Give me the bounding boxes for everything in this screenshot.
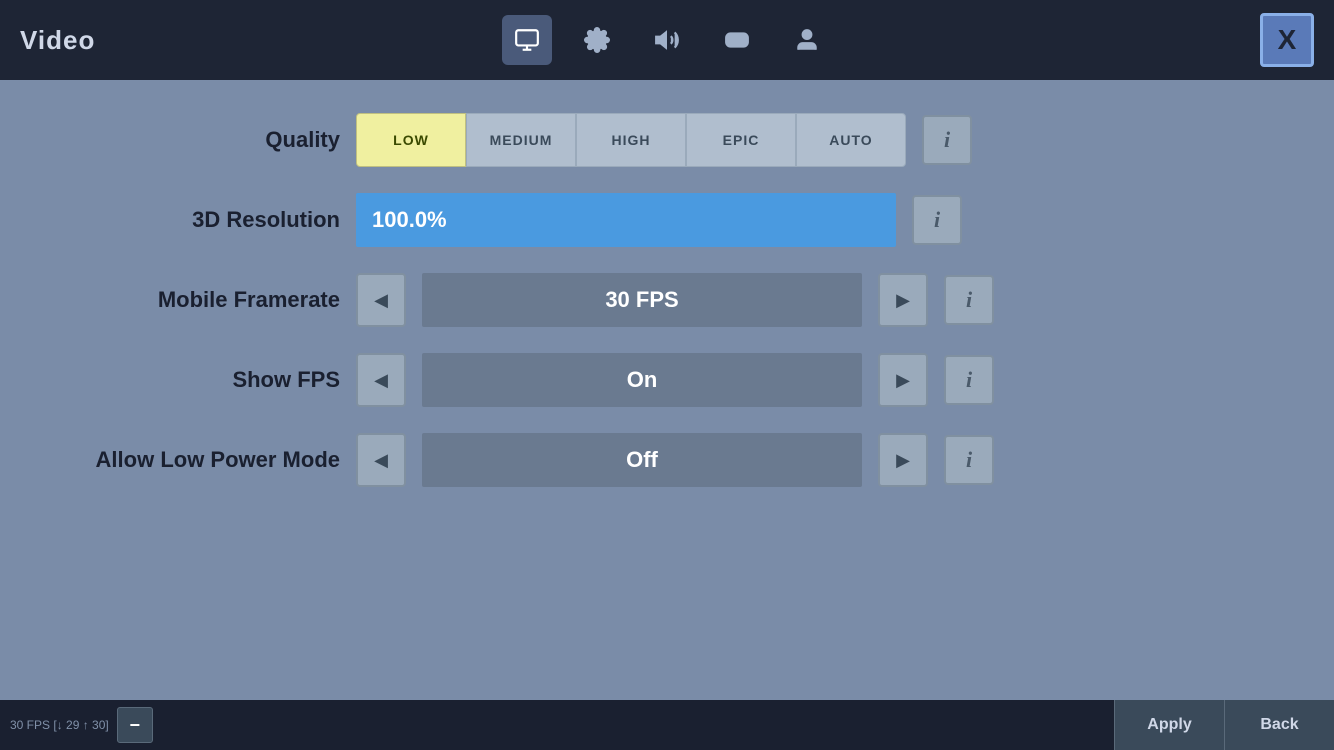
- show-fps-setting-row: Show FPS ◀ On ▶ i: [60, 350, 1274, 410]
- low-power-label: Allow Low Power Mode: [60, 447, 340, 473]
- low-power-left-button[interactable]: ◀: [356, 433, 406, 487]
- low-power-right-button[interactable]: ▶: [878, 433, 928, 487]
- footer: 30 FPS [↓ 29 ↑ 30] − Apply Back: [0, 700, 1334, 750]
- header: Video: [0, 0, 1334, 80]
- quality-setting-row: Quality LOW MEDIUM HIGH EPIC AUTO i: [60, 110, 1274, 170]
- resolution-info-button[interactable]: i: [912, 195, 962, 245]
- nav-user-icon[interactable]: [782, 15, 832, 65]
- low-power-setting-row: Allow Low Power Mode ◀ Off ▶ i: [60, 430, 1274, 490]
- quality-btn-medium[interactable]: MEDIUM: [466, 113, 576, 167]
- low-power-info-button[interactable]: i: [944, 435, 994, 485]
- minimize-button[interactable]: −: [117, 707, 153, 743]
- nav-audio-icon[interactable]: [642, 15, 692, 65]
- show-fps-right-button[interactable]: ▶: [878, 353, 928, 407]
- nav-settings-icon[interactable]: [572, 15, 622, 65]
- resolution-setting-row: 3D Resolution 100.0% i: [60, 190, 1274, 250]
- show-fps-label: Show FPS: [60, 367, 340, 393]
- quality-btn-high[interactable]: HIGH: [576, 113, 686, 167]
- resolution-value: 100.0%: [372, 207, 447, 233]
- show-fps-value: On: [422, 353, 862, 407]
- quality-label: Quality: [60, 127, 340, 153]
- show-fps-info-button[interactable]: i: [944, 355, 994, 405]
- quality-options: LOW MEDIUM HIGH EPIC AUTO: [356, 113, 906, 167]
- quality-btn-auto[interactable]: AUTO: [796, 113, 906, 167]
- quality-info-button[interactable]: i: [922, 115, 972, 165]
- footer-buttons: Apply Back: [1114, 700, 1334, 750]
- quality-btn-low[interactable]: LOW: [356, 113, 466, 167]
- resolution-label: 3D Resolution: [60, 207, 340, 233]
- fps-indicator: 30 FPS [↓ 29 ↑ 30]: [10, 718, 109, 732]
- resolution-slider[interactable]: 100.0%: [356, 193, 896, 247]
- show-fps-left-button[interactable]: ◀: [356, 353, 406, 407]
- framerate-label: Mobile Framerate: [60, 287, 340, 313]
- quality-btn-epic[interactable]: EPIC: [686, 113, 796, 167]
- framerate-right-button[interactable]: ▶: [878, 273, 928, 327]
- framerate-setting-row: Mobile Framerate ◀ 30 FPS ▶ i: [60, 270, 1274, 330]
- framerate-left-button[interactable]: ◀: [356, 273, 406, 327]
- framerate-info-button[interactable]: i: [944, 275, 994, 325]
- nav-gamepad-icon[interactable]: [712, 15, 762, 65]
- framerate-value: 30 FPS: [422, 273, 862, 327]
- nav-bar: [502, 15, 832, 65]
- low-power-value: Off: [422, 433, 862, 487]
- apply-button[interactable]: Apply: [1114, 700, 1224, 750]
- nav-monitor-icon[interactable]: [502, 15, 552, 65]
- settings-panel: Quality LOW MEDIUM HIGH EPIC AUTO i 3D R…: [0, 80, 1334, 700]
- close-button[interactable]: X: [1260, 13, 1314, 67]
- back-button[interactable]: Back: [1224, 700, 1334, 750]
- page-title: Video: [20, 25, 95, 56]
